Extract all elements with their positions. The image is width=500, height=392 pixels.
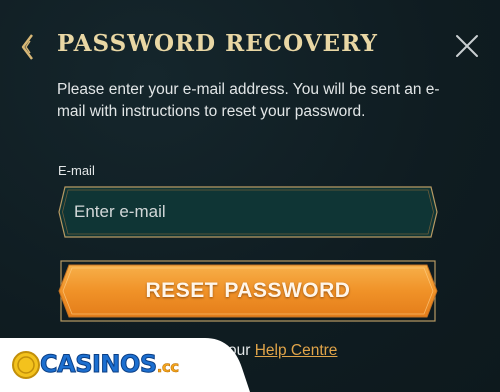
reset-password-button[interactable]: RESET PASSWORD xyxy=(57,260,439,322)
instructions-text: Please enter your e-mail address. You wi… xyxy=(57,81,440,120)
email-input[interactable] xyxy=(74,194,414,230)
close-icon xyxy=(456,35,478,57)
chevron-left-icon xyxy=(21,34,33,60)
watermark-logo-text: CASINOS.cc xyxy=(40,350,180,379)
password-recovery-dialog: PASSWORD RECOVERY Please enter your e-ma… xyxy=(0,0,500,392)
reset-password-label: RESET PASSWORD xyxy=(145,279,351,302)
email-label: E-mail xyxy=(58,163,95,178)
help-centre-link[interactable]: Help Centre xyxy=(255,342,338,359)
dialog-title: PASSWORD RECOVERY xyxy=(57,30,378,57)
email-field-frame xyxy=(58,186,438,238)
casinos-watermark: CASINOS.cc xyxy=(0,338,250,392)
close-button[interactable] xyxy=(454,33,480,59)
back-button[interactable] xyxy=(18,32,38,62)
